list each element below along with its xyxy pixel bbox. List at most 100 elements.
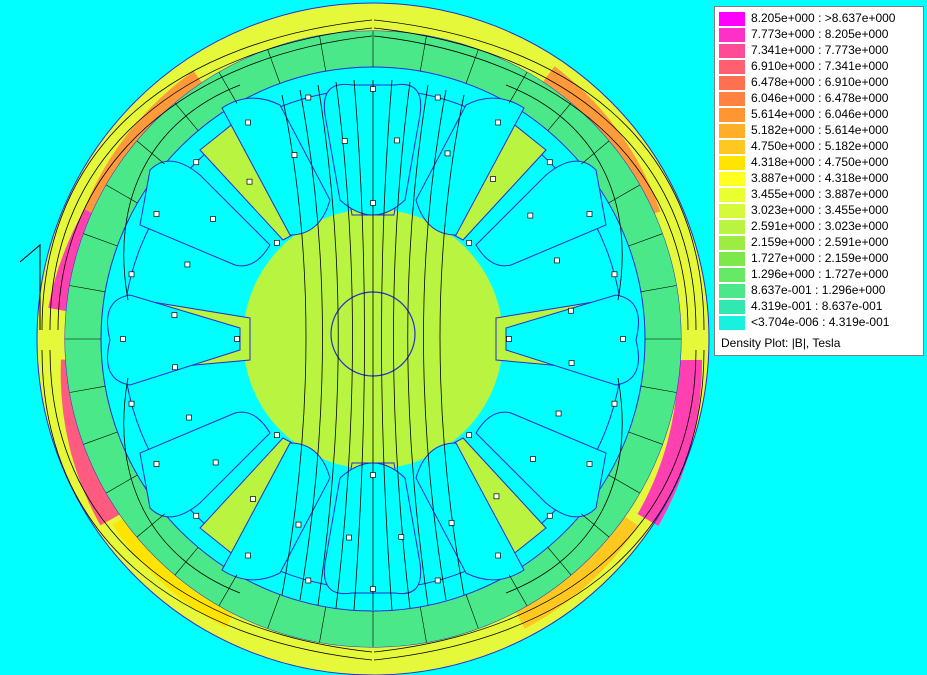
legend-swatch [719, 204, 746, 218]
legend-row: 8.205e+000 : >8.637e+000 [719, 11, 923, 26]
legend-label: 2.159e+000 : 2.591e+000 [751, 235, 889, 249]
mesh-node [568, 360, 575, 366]
mesh-node [128, 400, 135, 407]
mesh-node [128, 271, 135, 278]
mesh-node [434, 94, 441, 101]
legend-row: 2.159e+000 : 2.591e+000 [719, 235, 923, 250]
legend-label: 2.591e+000 : 3.023e+000 [751, 219, 889, 233]
legend-label: 5.614e+000 : 6.046e+000 [751, 107, 889, 121]
mesh-node [554, 257, 560, 264]
mesh-node [394, 137, 400, 144]
mesh-node [506, 336, 512, 342]
mesh-node [234, 336, 240, 342]
mesh-node [210, 216, 216, 222]
legend-row: <3.704e-006 : 4.319e-001 [719, 315, 923, 330]
legend-swatch [719, 28, 746, 42]
legend-row: 4.318e+000 : 4.750e+000 [719, 155, 923, 170]
legend-row: 4.319e-001 : 8.637e-001 [719, 299, 923, 314]
legend-label: 6.478e+000 : 6.910e+000 [751, 75, 889, 89]
legend-label: 7.773e+000 : 8.205e+000 [751, 27, 889, 41]
mesh-node [466, 432, 473, 439]
mesh-node [490, 176, 496, 182]
mesh-node [493, 493, 500, 500]
mesh-node [295, 521, 302, 528]
legend-label: 5.182e+000 : 5.614e+000 [751, 123, 889, 137]
mesh-node [398, 534, 405, 540]
mesh-node [527, 212, 534, 219]
legend-label: 8.205e+000 : >8.637e+000 [751, 11, 896, 25]
legend-label: 4.319e-001 : 8.637e-001 [751, 299, 883, 313]
mesh-node [186, 414, 192, 421]
mesh-node [193, 159, 200, 166]
mesh-node [586, 211, 593, 217]
legend-row: 3.023e+000 : 3.455e+000 [719, 203, 923, 218]
mesh-node [245, 119, 251, 126]
legend-label: 6.046e+000 : 6.478e+000 [751, 91, 889, 105]
legend-label: 4.318e+000 : 4.750e+000 [751, 155, 889, 169]
legend-swatch [719, 300, 746, 314]
legend-swatch [719, 44, 746, 58]
mesh-node [250, 496, 256, 502]
legend-swatch [719, 236, 746, 250]
mesh-node [370, 86, 376, 92]
mesh-node [620, 336, 626, 342]
legend-row: 3.887e+000 : 4.318e+000 [719, 171, 923, 186]
legend-swatch [719, 220, 746, 234]
legend-swatch [719, 172, 746, 186]
mesh-node [370, 586, 376, 592]
legend-label: 7.341e+000 : 7.773e+000 [751, 43, 889, 57]
legend-label: 1.727e+000 : 2.159e+000 [751, 251, 889, 265]
mesh-node [153, 461, 160, 467]
legend-swatch [719, 156, 746, 170]
mesh-node [246, 178, 253, 185]
legend-swatch [719, 316, 746, 330]
mesh-node [611, 400, 618, 407]
legend-label: 3.887e+000 : 4.318e+000 [751, 171, 889, 185]
legend-swatch [719, 268, 746, 282]
legend-panel: 8.205e+000 : >8.637e+000 7.773e+000 : 8.2… [714, 6, 924, 356]
legend-label: 8.637e-001 : 1.296e+000 [751, 283, 886, 297]
legend-swatch [719, 188, 746, 202]
mesh-node [546, 159, 553, 166]
mesh-node [546, 512, 553, 519]
legend-label: 4.750e+000 : 5.182e+000 [751, 139, 889, 153]
legend-row: 5.614e+000 : 6.046e+000 [719, 107, 923, 122]
legend-row: 1.727e+000 : 2.159e+000 [719, 251, 923, 266]
legend-row: 6.910e+000 : 7.341e+000 [719, 59, 923, 74]
mesh-node [444, 150, 451, 157]
mesh-node [370, 472, 376, 478]
mesh-node [273, 432, 280, 439]
legend-swatch [719, 76, 746, 90]
legend-swatch [719, 60, 746, 74]
legend-swatch [719, 124, 746, 138]
legend-label: <3.704e-006 : 4.319e-001 [751, 315, 890, 329]
mesh-node [346, 534, 352, 541]
legend-row: 1.296e+000 : 1.727e+000 [719, 267, 923, 282]
mesh-node [273, 239, 280, 246]
legend-row: 7.773e+000 : 8.205e+000 [719, 27, 923, 42]
mesh-node [184, 261, 191, 268]
legend-swatch [719, 12, 746, 26]
legend-caption: Density Plot: |B|, Tesla [721, 336, 841, 350]
legend-swatch [719, 108, 746, 122]
legend-row: 6.478e+000 : 6.910e+000 [719, 75, 923, 90]
legend-swatch [719, 140, 746, 154]
legend-row: 6.046e+000 : 6.478e+000 [719, 91, 923, 106]
mesh-node [586, 461, 593, 467]
mesh-node [434, 577, 441, 584]
mesh-node [245, 552, 251, 559]
mesh-node [291, 152, 298, 158]
legend-swatch [719, 92, 746, 106]
mesh-node [568, 307, 574, 314]
mesh-node [171, 312, 178, 318]
mesh-node [172, 364, 178, 371]
mesh-node [495, 552, 501, 559]
mesh-node [120, 336, 126, 342]
legend-label: 3.455e+000 : 3.887e+000 [751, 187, 889, 201]
legend-row: 3.455e+000 : 3.887e+000 [719, 187, 923, 202]
legend-row: 5.182e+000 : 5.614e+000 [719, 123, 923, 138]
mesh-node [495, 119, 501, 126]
legend-label: 1.296e+000 : 1.727e+000 [751, 267, 889, 281]
mesh-node [212, 459, 219, 466]
legend-row: 4.750e+000 : 5.182e+000 [719, 139, 923, 154]
